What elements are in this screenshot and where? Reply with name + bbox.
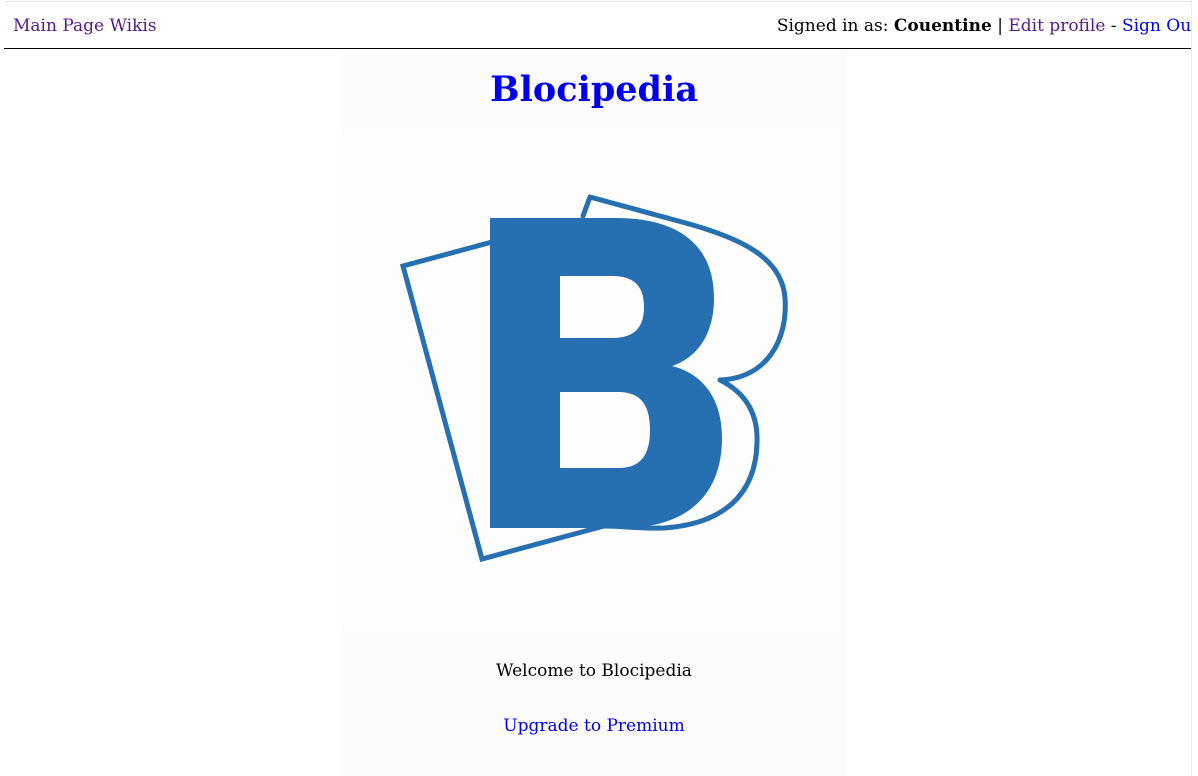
username: Couentine [893, 16, 992, 36]
blocipedia-logo-icon [399, 194, 788, 563]
scrollbar-edge[interactable] [1191, 0, 1198, 776]
main-page-link[interactable]: Main Page [13, 16, 104, 36]
wikis-link[interactable]: Wikis [110, 16, 157, 36]
upgrade-premium-link[interactable]: Upgrade to Premium [503, 716, 684, 736]
welcome-text: Welcome to Blocipedia [496, 661, 692, 681]
nav-right: Signed in as: Couentine | Edit profile -… [777, 17, 1198, 35]
dash-separator: - [1110, 16, 1117, 36]
top-navigation-bar: Main Page Wikis Signed in as: Couentine … [4, 1, 1198, 49]
upgrade-container: Upgrade to Premium [0, 716, 1188, 736]
pipe-separator: | [997, 16, 1003, 36]
page-title: Blocipedia [489, 69, 699, 110]
nav-left: Main Page Wikis [13, 17, 157, 35]
edit-profile-link[interactable]: Edit profile [1008, 16, 1105, 36]
signed-in-label: Signed in as: [776, 16, 889, 36]
blocipedia-logo [342, 130, 847, 630]
sign-out-link[interactable]: Sign Out [1122, 16, 1198, 36]
